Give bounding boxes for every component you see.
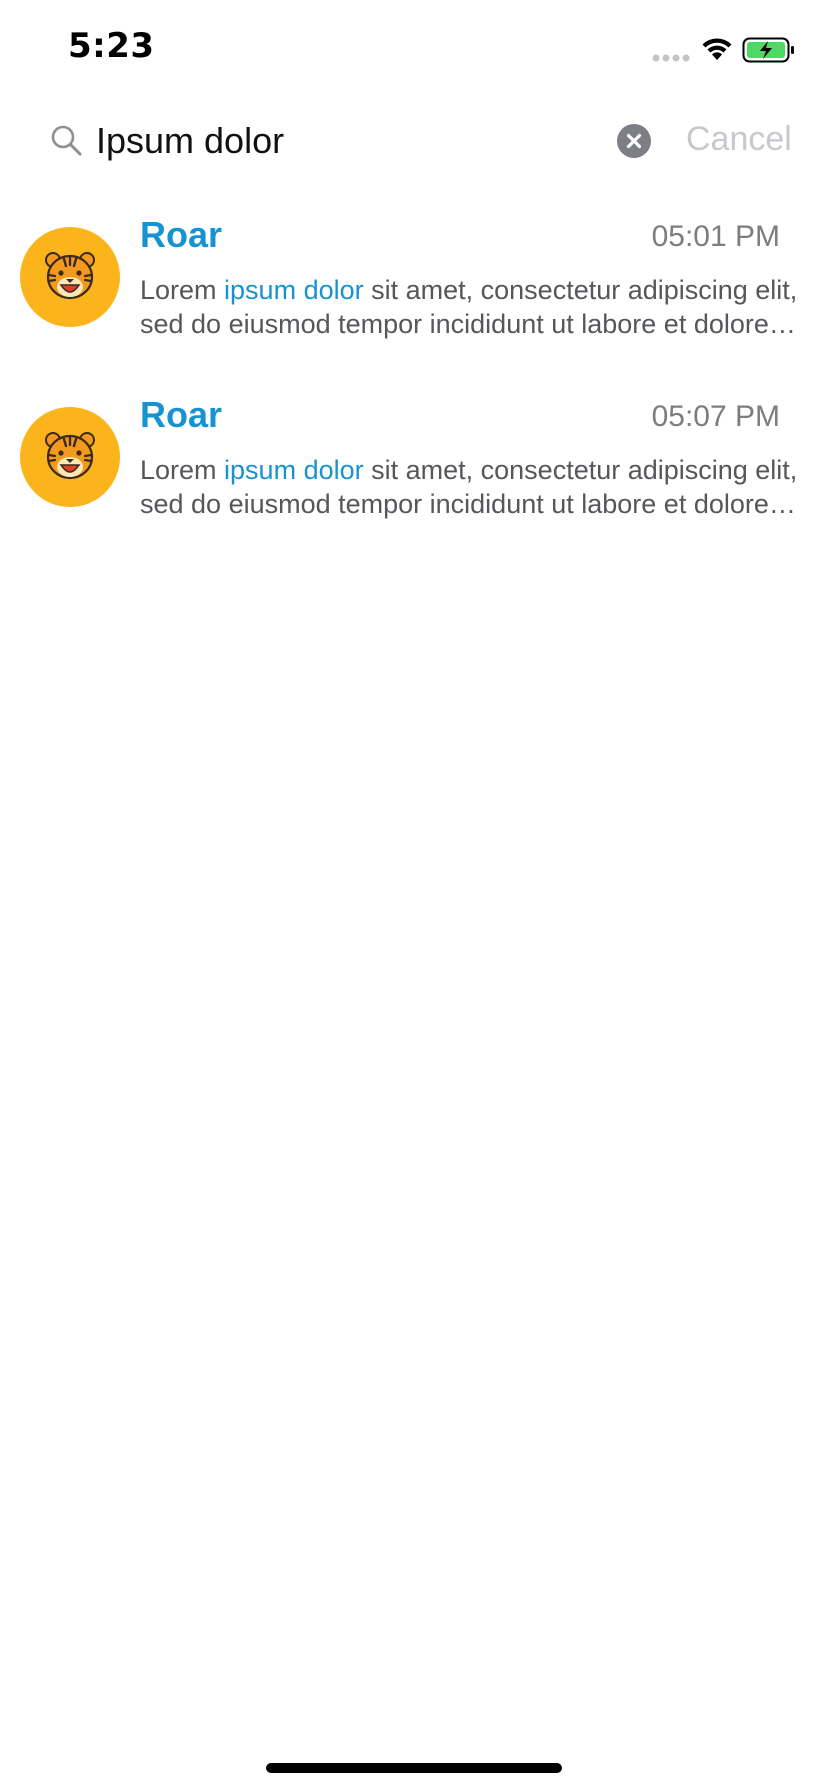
wifi-icon [702,38,732,60]
tiger-face-icon [45,252,95,300]
status-time: 5:23 [68,26,155,66]
battery-charging-icon [742,37,794,63]
sender-name: Roar [140,214,223,255]
avatar [20,407,120,507]
search-result-item[interactable]: Roar 05:07 PM Lorem ipsum dolor sit amet… [0,380,828,560]
home-indicator[interactable] [266,1763,562,1773]
cellular-signal-icon [652,54,690,62]
status-bar: 5:23 [0,0,828,100]
search-result-item[interactable]: Roar 05:01 PM Lorem ipsum dolor sit amet… [0,200,828,380]
message-preview: Lorem ipsum dolor sit amet, consectetur … [140,453,805,521]
sender-name: Roar [140,394,223,435]
message-time: 05:07 PM [651,400,780,433]
preview-text: Lorem [140,275,225,305]
search-input[interactable] [96,116,596,166]
cancel-button[interactable]: Cancel [686,120,792,159]
clear-circle-icon [626,133,642,149]
tiger-face-icon [45,432,95,480]
message-preview: Lorem ipsum dolor sit amet, consectetur … [140,273,805,341]
message-time: 05:01 PM [651,220,780,253]
search-bar: Cancel [0,108,828,174]
clear-search-button[interactable] [617,124,651,158]
search-match-highlight: ipsum dolor [224,275,364,305]
avatar [20,227,120,327]
search-icon [51,125,82,156]
preview-text: Lorem [140,455,225,485]
search-results-list: Roar 05:01 PM Lorem ipsum dolor sit amet… [0,200,828,560]
search-match-highlight: ipsum dolor [224,455,364,485]
